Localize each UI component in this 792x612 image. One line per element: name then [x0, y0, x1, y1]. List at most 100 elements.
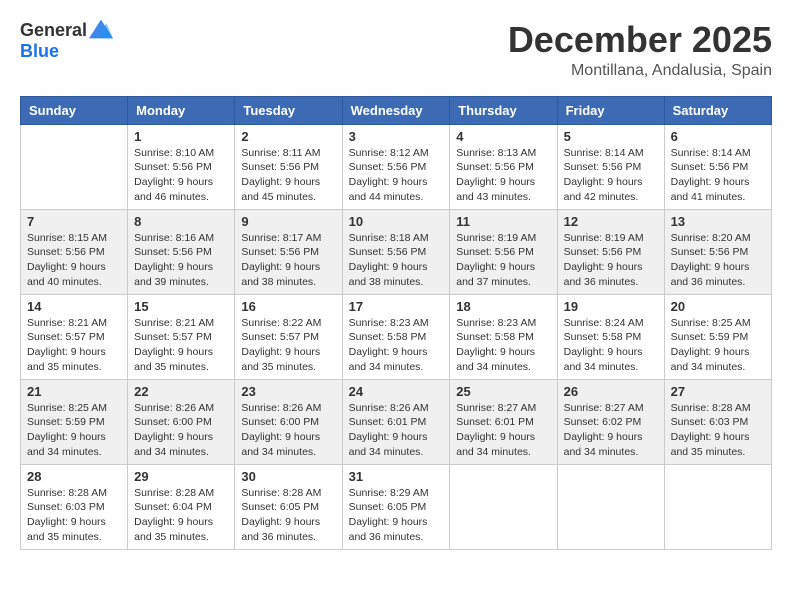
calendar-day-cell: 26Sunrise: 8:27 AMSunset: 6:02 PMDayligh…	[557, 379, 664, 464]
calendar-day-cell: 4 Sunrise: 8:13 AMSunset: 5:56 PMDaylight…	[450, 124, 557, 209]
day-number: 28	[27, 469, 121, 484]
day-number: 10	[349, 214, 444, 229]
header: General Blue December 2025 Montillana, A…	[20, 20, 772, 80]
calendar-day-cell: 11Sunrise: 8:19 AMSunset: 5:56 PMDayligh…	[450, 209, 557, 294]
calendar-day-cell: 10 Sunrise: 8:18 AMSunset: 5:56 PMDayligh…	[342, 209, 450, 294]
title-area: December 2025 Montillana, Andalusia, Spa…	[508, 20, 772, 80]
calendar-day-cell: 31 Sunrise: 8:29 AMSunset: 6:05 PMDayligh…	[342, 464, 450, 549]
calendar-day-cell: 15 Sunrise: 8:21 AMSunset: 5:57 PMDayligh…	[128, 294, 235, 379]
calendar-day-cell: 24 Sunrise: 8:26 AMSunset: 6:01 PMDayligh…	[342, 379, 450, 464]
day-number: 23	[241, 384, 335, 399]
day-info: Sunrise: 8:17 AMSunset: 5:56 PMDaylight:…	[241, 231, 335, 290]
day-info: Sunrise: 8:25 AMSunset: 5:59 PMDaylight:…	[27, 401, 121, 460]
calendar-day-cell	[21, 124, 128, 209]
day-number: 19	[564, 299, 658, 314]
day-number: 26	[564, 384, 658, 399]
day-info: Sunrise: 8:26 AMSunset: 6:01 PMDaylight:…	[349, 401, 444, 460]
day-info: Sunrise: 8:28 AMSunset: 6:03 PMDaylight:…	[671, 401, 765, 460]
day-info: Sunrise: 8:28 AMSunset: 6:03 PMDaylight:…	[27, 486, 121, 545]
day-number: 24	[349, 384, 444, 399]
weekday-header-cell: Thursday	[450, 96, 557, 124]
calendar-day-cell: 22 Sunrise: 8:26 AMSunset: 6:00 PMDayligh…	[128, 379, 235, 464]
day-number: 22	[134, 384, 228, 399]
day-number: 25	[456, 384, 550, 399]
day-number: 30	[241, 469, 335, 484]
day-info: Sunrise: 8:21 AMSunset: 5:57 PMDaylight:…	[27, 316, 121, 375]
day-number: 1	[134, 129, 228, 144]
day-info: Sunrise: 8:21 AMSunset: 5:57 PMDaylight:…	[134, 316, 228, 375]
calendar-week-row: 7 Sunrise: 8:15 AMSunset: 5:56 PMDaylight…	[21, 209, 772, 294]
calendar-day-cell: 20 Sunrise: 8:25 AMSunset: 5:59 PMDayligh…	[664, 294, 771, 379]
day-number: 4	[456, 129, 550, 144]
day-info: Sunrise: 8:23 AMSunset: 5:58 PMDaylight:…	[349, 316, 444, 375]
weekday-header-cell: Sunday	[21, 96, 128, 124]
logo-icon	[89, 19, 113, 39]
day-number: 9	[241, 214, 335, 229]
day-number: 3	[349, 129, 444, 144]
calendar-table: SundayMondayTuesdayWednesdayThursdayFrid…	[20, 96, 772, 550]
day-info: Sunrise: 8:22 AMSunset: 5:57 PMDaylight:…	[241, 316, 335, 375]
day-info: Sunrise: 8:19 AMSunset: 5:56 PMDaylight:…	[564, 231, 658, 290]
day-info: Sunrise: 8:24 AMSunset: 5:58 PMDaylight:…	[564, 316, 658, 375]
calendar-day-cell	[664, 464, 771, 549]
calendar-day-cell: 29 Sunrise: 8:28 AMSunset: 6:04 PMDayligh…	[128, 464, 235, 549]
calendar-day-cell: 12 Sunrise: 8:19 AMSunset: 5:56 PMDayligh…	[557, 209, 664, 294]
calendar-week-row: 21Sunrise: 8:25 AMSunset: 5:59 PMDayligh…	[21, 379, 772, 464]
day-number: 6	[671, 129, 765, 144]
calendar-week-row: 28 Sunrise: 8:28 AMSunset: 6:03 PMDayligh…	[21, 464, 772, 549]
calendar-day-cell: 6Sunrise: 8:14 AMSunset: 5:56 PMDaylight…	[664, 124, 771, 209]
calendar-day-cell: 21Sunrise: 8:25 AMSunset: 5:59 PMDayligh…	[21, 379, 128, 464]
day-number: 15	[134, 299, 228, 314]
day-number: 14	[27, 299, 121, 314]
weekday-header-cell: Friday	[557, 96, 664, 124]
day-info: Sunrise: 8:27 AMSunset: 6:01 PMDaylight:…	[456, 401, 550, 460]
calendar-body: 1Sunrise: 8:10 AMSunset: 5:56 PMDaylight…	[21, 124, 772, 549]
calendar-day-cell: 23 Sunrise: 8:26 AMSunset: 6:00 PMDayligh…	[235, 379, 342, 464]
weekday-header-cell: Wednesday	[342, 96, 450, 124]
day-info: Sunrise: 8:28 AMSunset: 6:05 PMDaylight:…	[241, 486, 335, 545]
day-info: Sunrise: 8:12 AMSunset: 5:56 PMDaylight:…	[349, 146, 444, 205]
day-info: Sunrise: 8:18 AMSunset: 5:56 PMDaylight:…	[349, 231, 444, 290]
day-number: 12	[564, 214, 658, 229]
day-info: Sunrise: 8:14 AMSunset: 5:56 PMDaylight:…	[564, 146, 658, 205]
day-info: Sunrise: 8:26 AMSunset: 6:00 PMDaylight:…	[134, 401, 228, 460]
day-info: Sunrise: 8:13 AMSunset: 5:56 PMDaylight:…	[456, 146, 550, 205]
calendar-day-cell: 28 Sunrise: 8:28 AMSunset: 6:03 PMDayligh…	[21, 464, 128, 549]
day-number: 8	[134, 214, 228, 229]
calendar-day-cell: 9 Sunrise: 8:17 AMSunset: 5:56 PMDaylight…	[235, 209, 342, 294]
day-number: 27	[671, 384, 765, 399]
calendar-day-cell: 7 Sunrise: 8:15 AMSunset: 5:56 PMDaylight…	[21, 209, 128, 294]
calendar-day-cell: 18Sunrise: 8:23 AMSunset: 5:58 PMDayligh…	[450, 294, 557, 379]
calendar-day-cell: 14 Sunrise: 8:21 AMSunset: 5:57 PMDayligh…	[21, 294, 128, 379]
logo-blue-text: Blue	[20, 41, 59, 61]
calendar-day-cell: 8 Sunrise: 8:16 AMSunset: 5:56 PMDaylight…	[128, 209, 235, 294]
day-number: 20	[671, 299, 765, 314]
calendar-day-cell: 5Sunrise: 8:14 AMSunset: 5:56 PMDaylight…	[557, 124, 664, 209]
day-info: Sunrise: 8:25 AMSunset: 5:59 PMDaylight:…	[671, 316, 765, 375]
calendar-week-row: 14 Sunrise: 8:21 AMSunset: 5:57 PMDayligh…	[21, 294, 772, 379]
month-title: December 2025	[508, 20, 772, 60]
calendar-day-cell: 13Sunrise: 8:20 AMSunset: 5:56 PMDayligh…	[664, 209, 771, 294]
calendar-day-cell: 17 Sunrise: 8:23 AMSunset: 5:58 PMDayligh…	[342, 294, 450, 379]
day-info: Sunrise: 8:26 AMSunset: 6:00 PMDaylight:…	[241, 401, 335, 460]
day-number: 31	[349, 469, 444, 484]
day-number: 17	[349, 299, 444, 314]
day-info: Sunrise: 8:11 AMSunset: 5:56 PMDaylight:…	[241, 146, 335, 205]
calendar-week-row: 1Sunrise: 8:10 AMSunset: 5:56 PMDaylight…	[21, 124, 772, 209]
weekday-header-row: SundayMondayTuesdayWednesdayThursdayFrid…	[21, 96, 772, 124]
day-info: Sunrise: 8:16 AMSunset: 5:56 PMDaylight:…	[134, 231, 228, 290]
day-info: Sunrise: 8:29 AMSunset: 6:05 PMDaylight:…	[349, 486, 444, 545]
day-number: 29	[134, 469, 228, 484]
calendar-day-cell: 1Sunrise: 8:10 AMSunset: 5:56 PMDaylight…	[128, 124, 235, 209]
calendar-day-cell	[557, 464, 664, 549]
day-number: 7	[27, 214, 121, 229]
weekday-header-cell: Tuesday	[235, 96, 342, 124]
day-info: Sunrise: 8:15 AMSunset: 5:56 PMDaylight:…	[27, 231, 121, 290]
day-info: Sunrise: 8:28 AMSunset: 6:04 PMDaylight:…	[134, 486, 228, 545]
day-number: 16	[241, 299, 335, 314]
location-title: Montillana, Andalusia, Spain	[508, 62, 772, 80]
calendar-day-cell: 3 Sunrise: 8:12 AMSunset: 5:56 PMDaylight…	[342, 124, 450, 209]
weekday-header-cell: Monday	[128, 96, 235, 124]
day-number: 11	[456, 214, 550, 229]
day-info: Sunrise: 8:23 AMSunset: 5:58 PMDaylight:…	[456, 316, 550, 375]
